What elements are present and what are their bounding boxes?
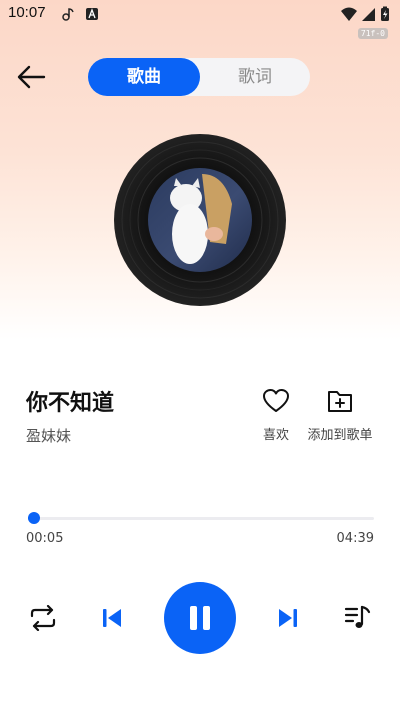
signal-icon <box>362 8 375 21</box>
status-bar: 10:07 <box>0 0 400 28</box>
add-to-playlist-button[interactable]: 添加到歌单 <box>304 388 376 443</box>
back-arrow-icon[interactable] <box>14 64 48 90</box>
repeat-icon[interactable] <box>28 605 58 631</box>
total-time: 04:39 <box>336 531 374 546</box>
heart-icon <box>263 389 289 412</box>
artist-name: 盈妹妹 <box>26 427 72 445</box>
progress-track[interactable] <box>28 517 374 520</box>
add-to-playlist-label: 添加到歌单 <box>307 428 373 443</box>
music-note-icon <box>62 8 74 21</box>
progress-handle[interactable] <box>28 512 40 524</box>
wifi-icon <box>341 7 357 21</box>
vinyl-disc <box>114 134 286 306</box>
tab-lyrics[interactable]: 歌词 <box>200 58 310 96</box>
current-time: 00:05 <box>26 531 64 546</box>
debug-badge: 71f-0 <box>357 28 388 39</box>
text-a-icon <box>86 8 98 20</box>
skip-next-icon[interactable] <box>276 606 300 630</box>
tab-songs[interactable]: 歌曲 <box>88 58 200 96</box>
status-time: 10:07 <box>8 4 46 21</box>
like-label: 喜欢 <box>262 428 289 443</box>
like-button[interactable]: 喜欢 <box>254 388 298 443</box>
battery-charging-icon <box>381 6 389 21</box>
folder-add-icon <box>328 391 352 412</box>
skip-previous-icon[interactable] <box>100 606 124 630</box>
song-title: 你不知道 <box>26 391 115 416</box>
playlist-icon[interactable] <box>344 604 372 632</box>
tab-switcher: 歌曲 歌词 <box>88 58 310 96</box>
play-pause-button[interactable] <box>164 582 236 654</box>
pause-icon <box>190 606 210 630</box>
